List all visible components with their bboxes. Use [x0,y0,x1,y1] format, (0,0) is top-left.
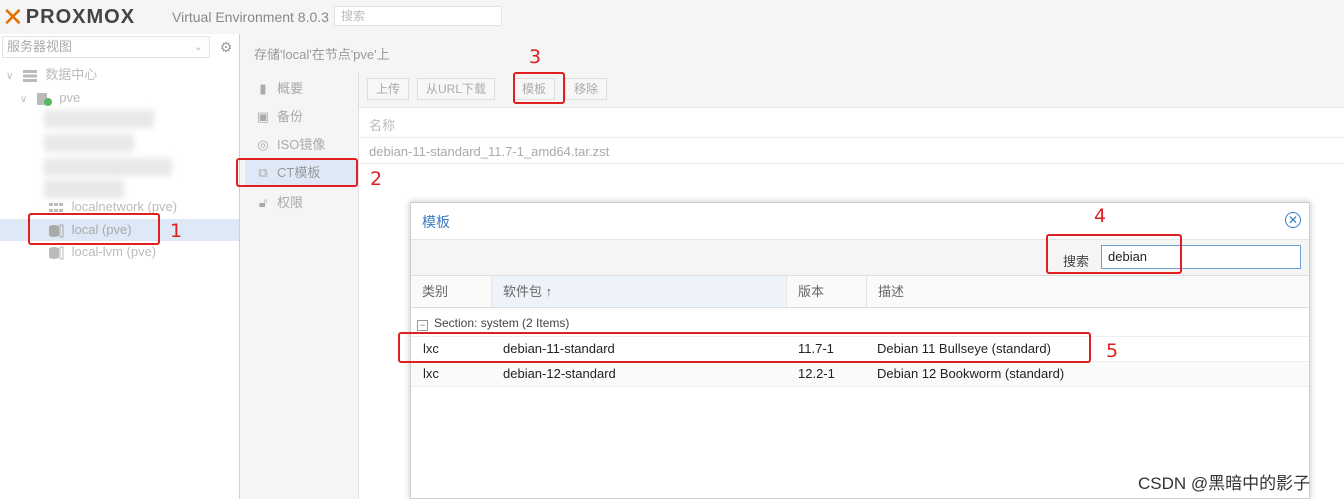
menu-item-label: 备份 [277,109,304,124]
annotation-box-1 [28,213,160,245]
collapse-arrow-icon[interactable]: ∨ [20,89,32,111]
global-search-input[interactable]: 搜索 [334,6,502,26]
remove-button[interactable]: 移除 [565,78,608,100]
menu-item-permissions[interactable]: 🔓︎ 权限 [245,190,358,216]
divider [359,137,1344,138]
cell-package: debian-12-standard [503,366,616,381]
close-icon[interactable]: ✕ [1285,212,1301,228]
tree-item-label: local-lvm (pve) [71,244,157,259]
tree-item-node[interactable]: ∨ pve [20,87,80,109]
annotation-number-3: 3 [529,46,542,68]
annotation-number-5: 5 [1106,340,1119,362]
proxmox-logo[interactable]: ✕ PROXMOX [2,2,136,32]
annotation-box-3 [513,72,565,104]
blurred-item [44,134,134,152]
version-label: Virtual Environment 8.0.3 [172,9,329,25]
watermark: CSDN @黑暗中的影子 [1138,474,1311,493]
menu-item-label: ISO镜像 [277,137,326,152]
tree-item-datacenter[interactable]: ∨ 数据中心 [6,64,97,86]
annotation-box-4 [1046,234,1182,274]
gear-icon[interactable]: ⚙ [218,39,234,55]
floppy-icon: ▣ [256,109,270,124]
tree-item-label: 数据中心 [45,67,98,82]
proxmox-x-icon: ✕ [2,2,24,32]
content-toolbar: 上传 从URL下载 模板 移除 [359,72,1344,108]
resource-tree: 服务器视图 ⌄ ⚙ ∨ 数据中心 ∨ pve localnetwork (pve… [0,34,240,499]
tree-item-label: pve [59,90,81,105]
download-url-button[interactable]: 从URL下载 [417,78,496,100]
cell-version: 12.2-1 [798,366,835,381]
blurred-item [44,158,172,176]
table-row[interactable]: lxc debian-12-standard 12.2-1 Debian 12 … [411,362,1309,387]
menu-item-label: 概要 [277,81,304,96]
collapse-arrow-icon[interactable]: ∨ [6,66,18,88]
cell-description: Debian 12 Bookworm (standard) [877,366,1065,381]
disc-icon: ◎ [257,137,269,152]
column-header-type[interactable]: 类别 [411,276,492,307]
database-icon [49,246,64,260]
book-icon: ▮ [259,81,267,96]
column-header-package[interactable]: 软件包 ↑ [492,276,787,307]
grid-header: 类别 软件包 ↑ 版本 描述 [411,275,1309,308]
group-label: Section: system (2 Items) [434,316,570,330]
storage-menu: ▮ 概要 ▣ 备份 ◎ ISO镜像 ⧉ CT模板 🔓︎ 权限 [245,72,359,499]
column-header-description[interactable]: 描述 [867,276,1309,307]
menu-item-label: 权限 [277,195,304,210]
view-selector[interactable]: 服务器视图 ⌄ [2,36,210,58]
annotation-number-4: 4 [1094,205,1107,227]
annotation-box-2 [236,158,358,187]
panel-title: 存储'local'在节点'pve'上 [254,47,390,62]
column-header-name[interactable]: 名称 [369,115,395,134]
dialog-title: 模板 [422,214,450,230]
header-bar: ✕ PROXMOX Virtual Environment 8.0.3 搜索 [0,0,1344,34]
view-selector-value: 服务器视图 [7,39,73,54]
menu-item-backup[interactable]: ▣ 备份 [245,104,358,130]
collapse-toggle-icon[interactable]: − [417,320,428,331]
chevron-down-icon: ⌄ [193,41,203,53]
annotation-box-5 [398,332,1091,363]
annotation-number-2: 2 [370,168,383,190]
tree-item-label: localnetwork (pve) [71,199,178,214]
menu-item-summary[interactable]: ▮ 概要 [245,76,358,102]
cell-type: lxc [423,366,439,381]
column-header-version[interactable]: 版本 [787,276,867,307]
content-row[interactable]: debian-11-standard_11.7-1_amd64.tar.zst [369,144,609,159]
divider [359,163,1344,164]
unlock-icon: 🔓︎ [258,195,268,210]
node-online-icon [36,92,52,106]
blurred-item [44,110,154,128]
menu-item-iso[interactable]: ◎ ISO镜像 [245,132,358,158]
upload-button[interactable]: 上传 [367,78,410,100]
logo-text: PROXMOX [25,5,136,28]
server-stack-icon [22,69,37,82]
annotation-number-1: 1 [170,220,183,242]
